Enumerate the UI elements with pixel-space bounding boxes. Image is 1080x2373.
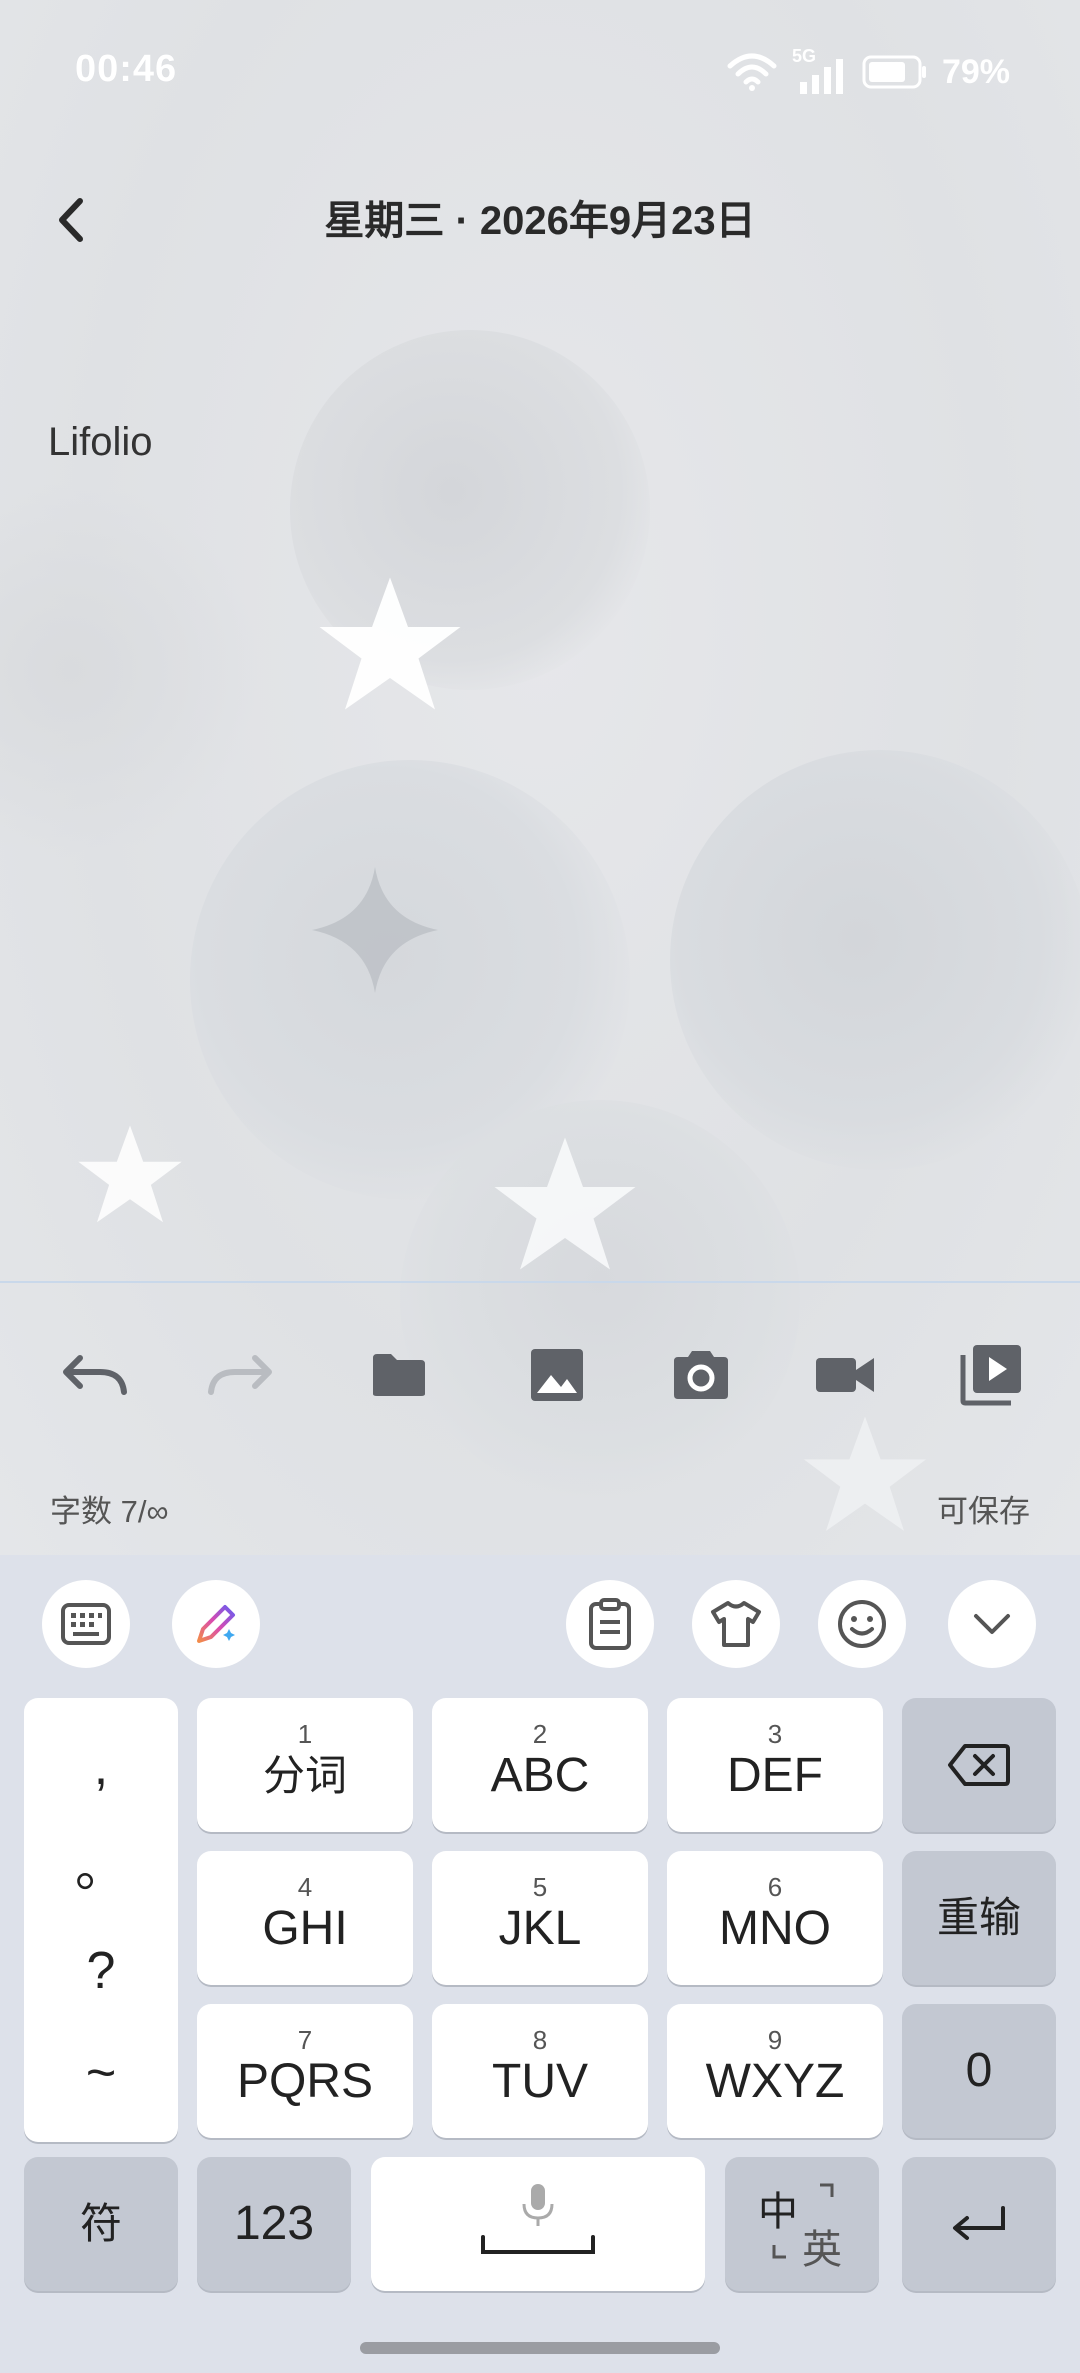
battery-icon bbox=[862, 55, 926, 89]
space-key[interactable] bbox=[371, 2157, 705, 2291]
editor-content[interactable]: Lifolio bbox=[48, 420, 153, 465]
status-bar: 00:46 5G 79% bbox=[0, 0, 1080, 140]
key-label: DEF bbox=[727, 1749, 823, 1802]
keyboard-switch-button[interactable] bbox=[42, 1580, 130, 1668]
wifi-icon bbox=[727, 53, 777, 91]
folder-button[interactable] bbox=[354, 1330, 444, 1420]
key-label: WXYZ bbox=[705, 2055, 845, 2108]
keyboard-icon bbox=[61, 1603, 111, 1645]
emoji-button[interactable] bbox=[818, 1580, 906, 1668]
divider bbox=[0, 1281, 1080, 1283]
key-4[interactable]: 4 GHI bbox=[197, 1851, 413, 1985]
backspace-icon bbox=[948, 1744, 1010, 1786]
punct-comma[interactable]: , bbox=[94, 1737, 108, 1797]
camera-icon bbox=[674, 1351, 728, 1399]
key-label: TUV bbox=[492, 2055, 588, 2108]
ai-writing-button[interactable] bbox=[172, 1580, 260, 1668]
key-5[interactable]: 5 JKL bbox=[432, 1851, 648, 1985]
numeric-key[interactable]: 123 bbox=[197, 2157, 351, 2291]
key-label: 分词 bbox=[262, 1752, 347, 1799]
key-label: 0 bbox=[965, 2044, 993, 2097]
key-number: 6 bbox=[767, 1872, 783, 1902]
punct-tilde[interactable]: ~ bbox=[86, 2043, 116, 2103]
collapse-keyboard-button[interactable] bbox=[948, 1580, 1036, 1668]
page-title: 星期三 · 2026年9月23日 bbox=[324, 199, 756, 243]
video-icon bbox=[816, 1358, 874, 1392]
key-label: 123 bbox=[233, 2197, 315, 2250]
backspace-key[interactable] bbox=[902, 1698, 1056, 1832]
camera-button[interactable] bbox=[656, 1330, 746, 1420]
key-8[interactable]: 8 TUV bbox=[432, 2004, 648, 2138]
key-label: ABC bbox=[490, 1749, 590, 1802]
undo-icon bbox=[63, 1355, 127, 1395]
battery-percent: 79% bbox=[941, 52, 1010, 91]
language-switch-key[interactable]: 中 英 bbox=[725, 2157, 879, 2291]
status-icons: 5G 79% bbox=[726, 46, 1010, 94]
status-time: 00:46 bbox=[75, 48, 178, 90]
redo-icon bbox=[208, 1355, 272, 1395]
video-button[interactable] bbox=[800, 1330, 890, 1420]
key-number: 1 bbox=[297, 1719, 313, 1749]
key-number: 4 bbox=[297, 1872, 313, 1902]
key-6[interactable]: 6 MNO bbox=[667, 1851, 883, 1985]
key-label: JKL bbox=[498, 1902, 582, 1955]
redo-button[interactable] bbox=[195, 1330, 285, 1420]
image-icon bbox=[531, 1349, 583, 1401]
microphone-icon bbox=[522, 2184, 554, 2226]
punct-question[interactable]: ? bbox=[87, 1941, 116, 2001]
enter-icon bbox=[953, 2206, 1005, 2240]
clipboard-icon bbox=[589, 1598, 631, 1650]
skin-icon bbox=[711, 1601, 761, 1647]
journal-editor[interactable] bbox=[0, 330, 1080, 1280]
key-number: 2 bbox=[532, 1719, 548, 1749]
key-label: 重输 bbox=[936, 1894, 1021, 1941]
editor-toolbar bbox=[0, 1330, 1080, 1420]
video-library-button[interactable] bbox=[946, 1330, 1036, 1420]
key-number: 7 bbox=[297, 2025, 313, 2055]
insert-image-button[interactable] bbox=[512, 1330, 602, 1420]
punctuation-list[interactable]: , 。 ? ~ bbox=[24, 1698, 178, 2142]
word-count: 字数 7/∞ bbox=[50, 1494, 169, 1529]
key-number: 8 bbox=[532, 2025, 548, 2055]
key-3[interactable]: 3 DEF bbox=[667, 1698, 883, 1832]
emoji-icon bbox=[838, 1600, 886, 1648]
key-2[interactable]: 2 ABC bbox=[432, 1698, 648, 1832]
key-number: 5 bbox=[532, 1872, 548, 1902]
key-0[interactable]: 0 bbox=[902, 2004, 1056, 2138]
ai-pen-icon bbox=[197, 1605, 235, 1643]
key-1[interactable]: 1 分词 bbox=[197, 1698, 413, 1832]
enter-key[interactable] bbox=[902, 2157, 1056, 2291]
symbol-key[interactable]: 符 bbox=[24, 2157, 178, 2291]
punct-period[interactable]: 。 bbox=[75, 1839, 127, 1899]
space-bar-icon bbox=[481, 2235, 595, 2254]
undo-button[interactable] bbox=[50, 1330, 140, 1420]
cellular-signal-icon: 5G bbox=[792, 46, 848, 94]
video-library-icon bbox=[960, 1345, 1021, 1406]
key-9[interactable]: 9 WXYZ bbox=[667, 2004, 883, 2138]
key-label: 符 bbox=[79, 2200, 122, 2247]
chevron-down-icon bbox=[974, 1614, 1010, 1634]
home-indicator[interactable] bbox=[360, 2342, 720, 2354]
key-label: MNO bbox=[719, 1902, 831, 1955]
key-number: 9 bbox=[767, 2025, 783, 2055]
key-number: 3 bbox=[767, 1719, 783, 1749]
key-label: GHI bbox=[262, 1902, 348, 1955]
skin-button[interactable] bbox=[692, 1580, 780, 1668]
folder-icon bbox=[373, 1354, 425, 1396]
save-status: 可保存 bbox=[937, 1494, 1030, 1529]
key-7[interactable]: 7 PQRS bbox=[197, 2004, 413, 2138]
clipboard-button[interactable] bbox=[566, 1580, 654, 1668]
key-label: PQRS bbox=[236, 2055, 374, 2108]
reinput-key[interactable]: 重输 bbox=[902, 1851, 1056, 1985]
